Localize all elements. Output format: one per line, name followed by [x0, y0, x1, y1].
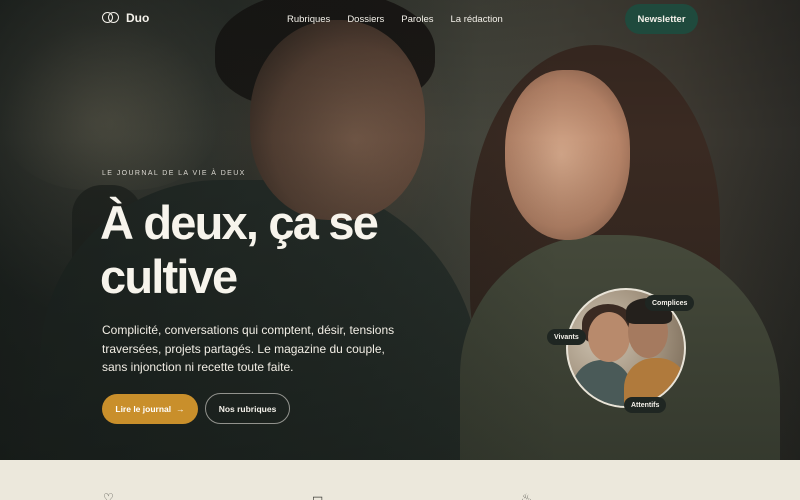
- nav-item-paroles[interactable]: Paroles: [401, 14, 433, 25]
- our-sections-button[interactable]: Nos rubriques: [205, 393, 290, 424]
- features-strip: ♡ ▭ ♨: [0, 460, 800, 500]
- brand-name: Duo: [126, 11, 150, 25]
- nav-item-dossiers[interactable]: Dossiers: [347, 14, 384, 25]
- hero-eyebrow: LE JOURNAL DE LA VIE À DEUX: [102, 170, 246, 177]
- chip-vivants: Vivants: [547, 329, 586, 345]
- newsletter-button[interactable]: Newsletter: [625, 4, 698, 34]
- flame-icon: ♨: [521, 491, 532, 500]
- nav-item-la-redaction[interactable]: La rédaction: [450, 14, 502, 25]
- heart-icon: ♡: [103, 491, 114, 500]
- two-rings-icon: [102, 11, 120, 25]
- nav-item-rubriques[interactable]: Rubriques: [287, 14, 330, 25]
- chip-complices: Complices: [645, 295, 695, 311]
- main-nav: Rubriques Dossiers Paroles La rédaction: [287, 14, 520, 25]
- arrow-right-icon: →: [176, 404, 185, 414]
- hero-title: À deux, ça se cultive: [100, 196, 379, 303]
- read-journal-button[interactable]: Lire le journal →: [102, 394, 198, 424]
- woman-face: [505, 70, 630, 240]
- chip-attentifs: Attentifs: [624, 397, 667, 413]
- hero-lead: Complicité, conversations qui comptent, …: [102, 323, 395, 374]
- man-face: [250, 20, 425, 220]
- plant-decoration: [0, 20, 220, 190]
- read-journal-label: Lire le journal: [115, 404, 172, 414]
- brand-logo[interactable]: Duo: [102, 11, 149, 25]
- chat-bubble-icon: ▭: [312, 491, 324, 500]
